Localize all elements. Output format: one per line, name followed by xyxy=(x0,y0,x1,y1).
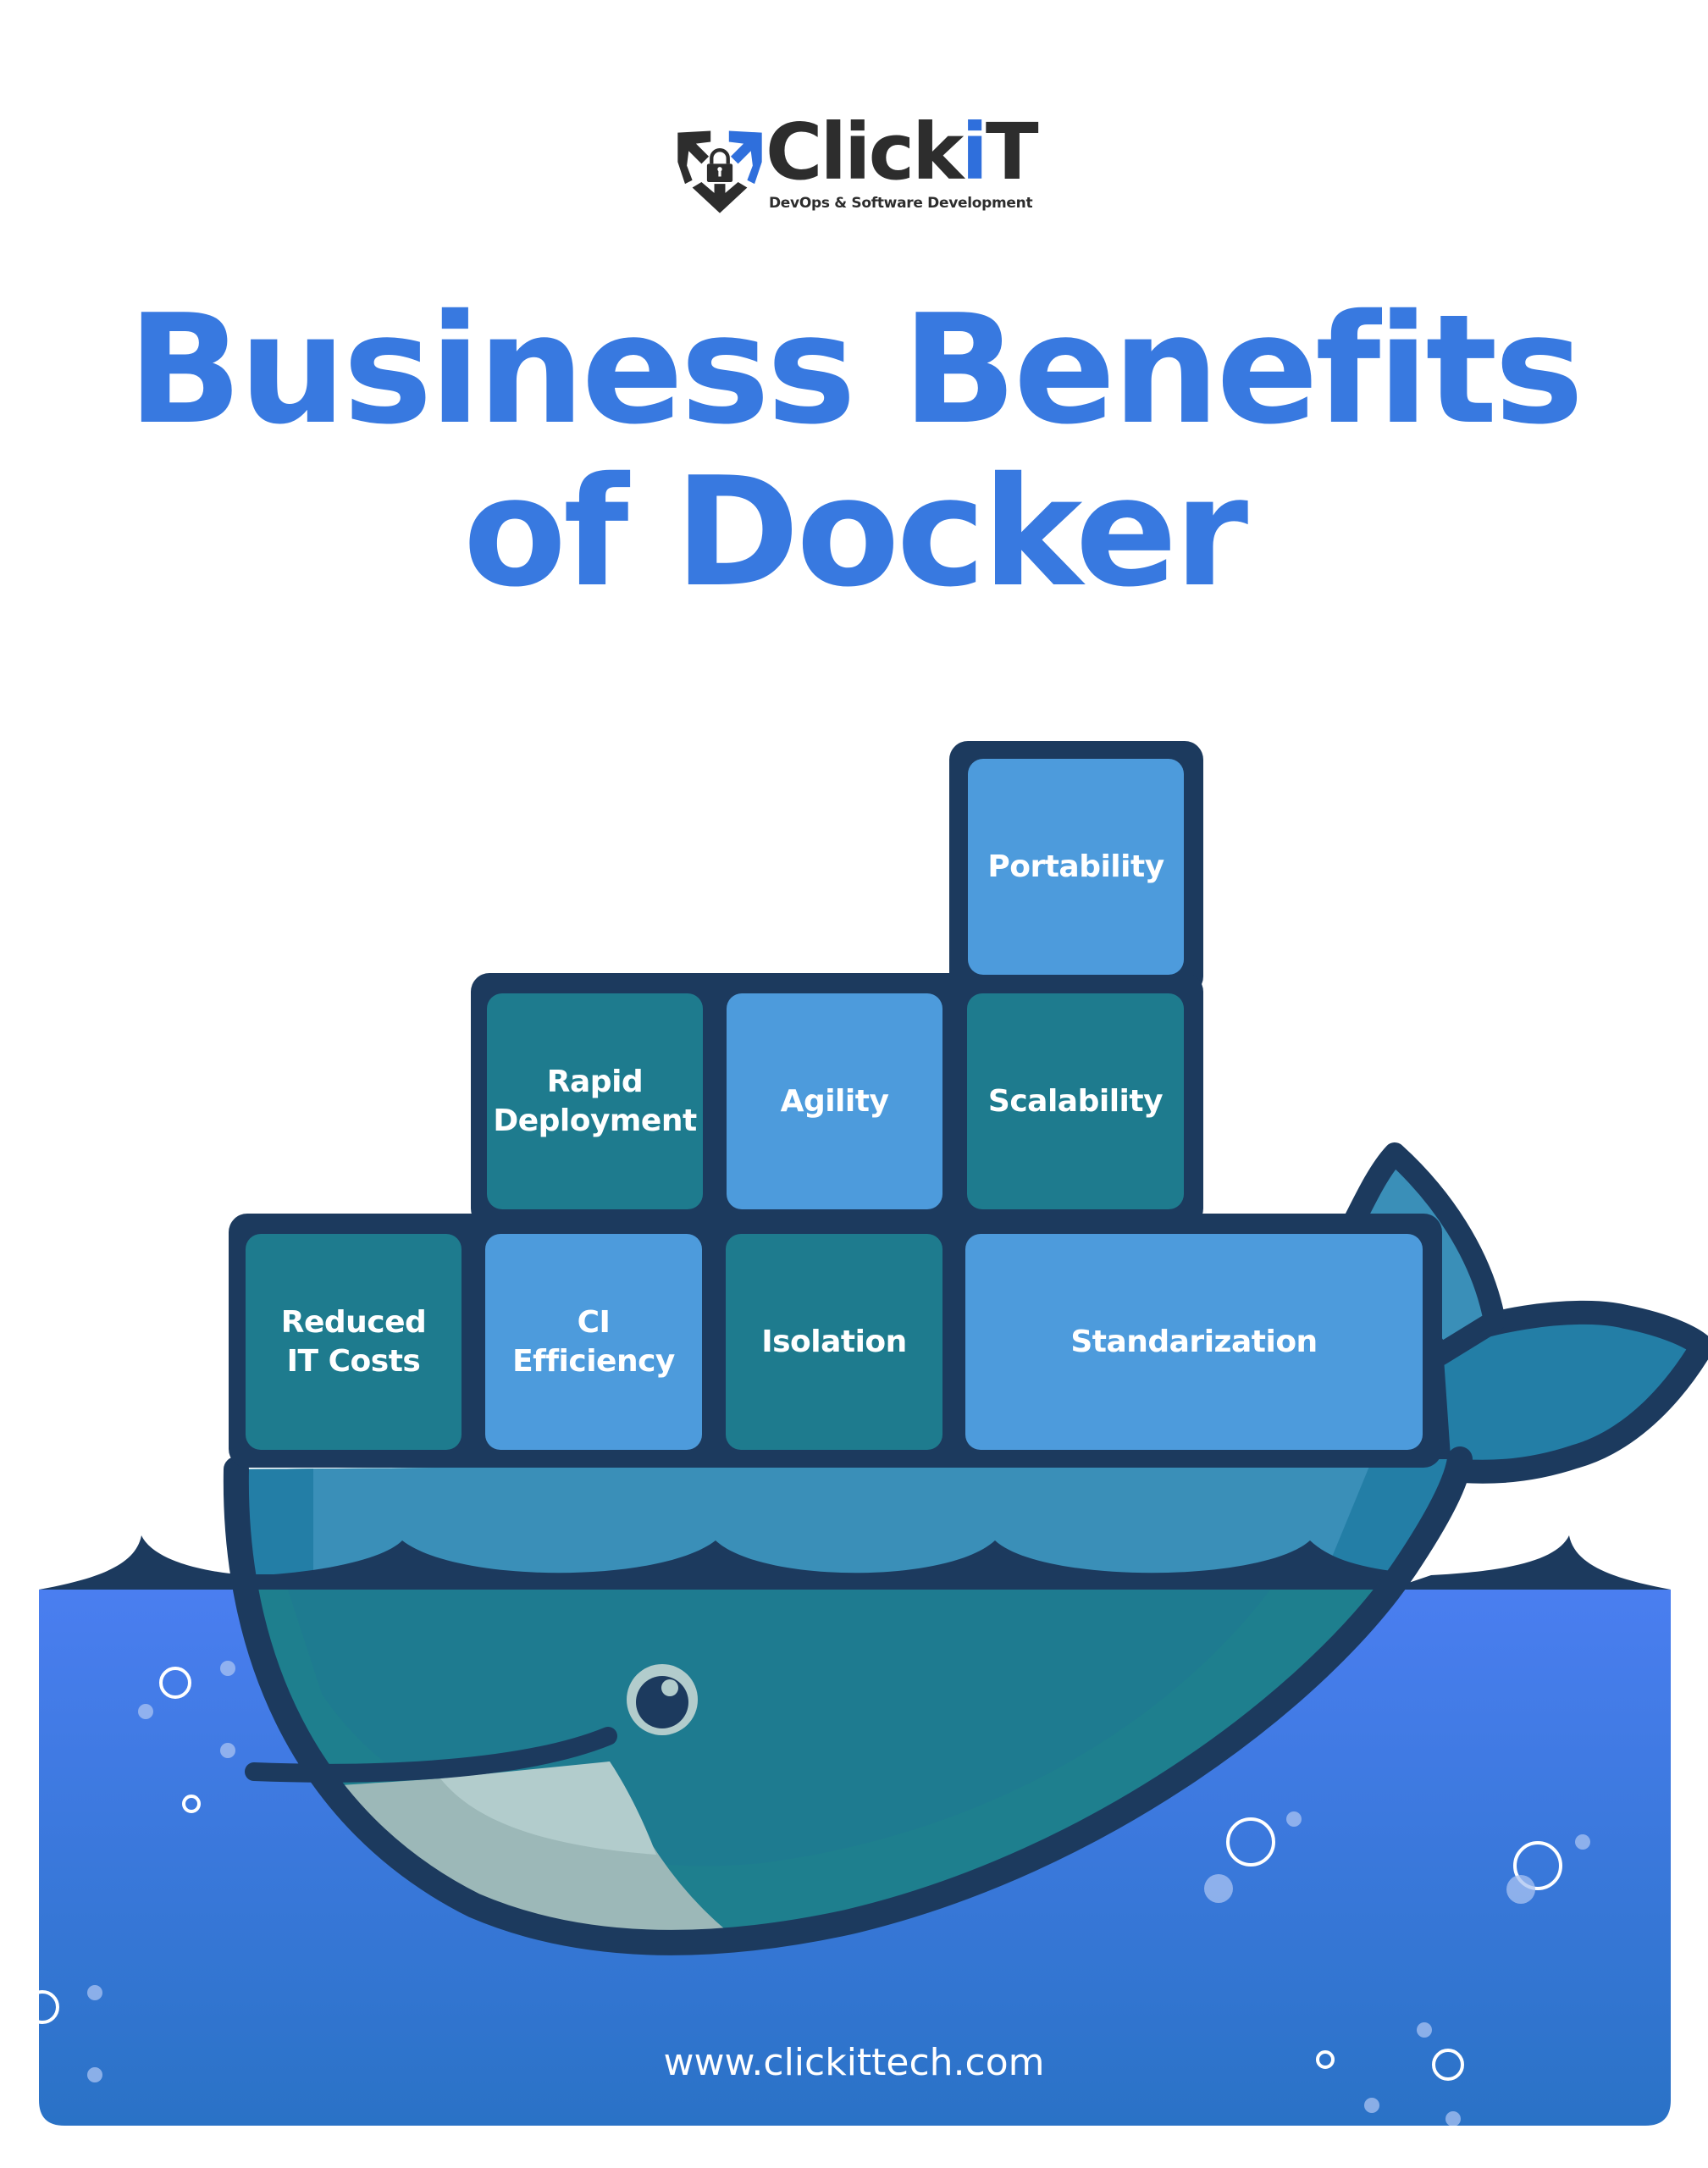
website-link[interactable]: www.clickittech.com xyxy=(0,2041,1708,2084)
label-text: Reduced IT Costs xyxy=(280,1304,427,1379)
bubble-dot-icon xyxy=(1204,1874,1233,1903)
whale-eye xyxy=(627,1664,698,1735)
bubble-dot-icon xyxy=(1364,2098,1379,2113)
label-portability: Portability xyxy=(968,759,1184,975)
bubble-dot-icon xyxy=(1286,1811,1302,1827)
label-scalability: Scalability xyxy=(967,993,1184,1209)
label-text: Portability xyxy=(987,849,1164,884)
label-reduced-it-costs: Reduced IT Costs xyxy=(246,1234,462,1450)
bubble-dot-icon xyxy=(220,1743,235,1758)
label-standarization: Standarization xyxy=(965,1234,1423,1450)
label-rapid-deployment: Rapid Deployment xyxy=(487,993,703,1209)
bubble-dot-icon xyxy=(138,1704,153,1719)
label-text: Scalability xyxy=(987,1083,1164,1119)
label-text: Rapid Deployment xyxy=(493,1064,697,1138)
label-text: CI Efficiency xyxy=(512,1304,675,1379)
bubble-dot-icon xyxy=(1506,1875,1535,1904)
label-text: Isolation xyxy=(761,1324,907,1359)
label-text: Standarization xyxy=(1070,1324,1318,1359)
label-isolation: Isolation xyxy=(726,1234,942,1450)
wave-crest-left xyxy=(39,1535,246,1590)
label-text: Agility xyxy=(780,1083,889,1119)
bubble-dot-icon xyxy=(220,1661,235,1676)
bubble-dot-icon xyxy=(1445,2111,1461,2126)
label-agility: Agility xyxy=(727,993,942,1209)
bubble-dot-icon xyxy=(1417,2022,1432,2038)
bubble-dot-icon xyxy=(1575,1834,1590,1850)
label-ci-efficiency: CI Efficiency xyxy=(485,1234,702,1450)
bubble-dot-icon xyxy=(87,1985,102,2000)
